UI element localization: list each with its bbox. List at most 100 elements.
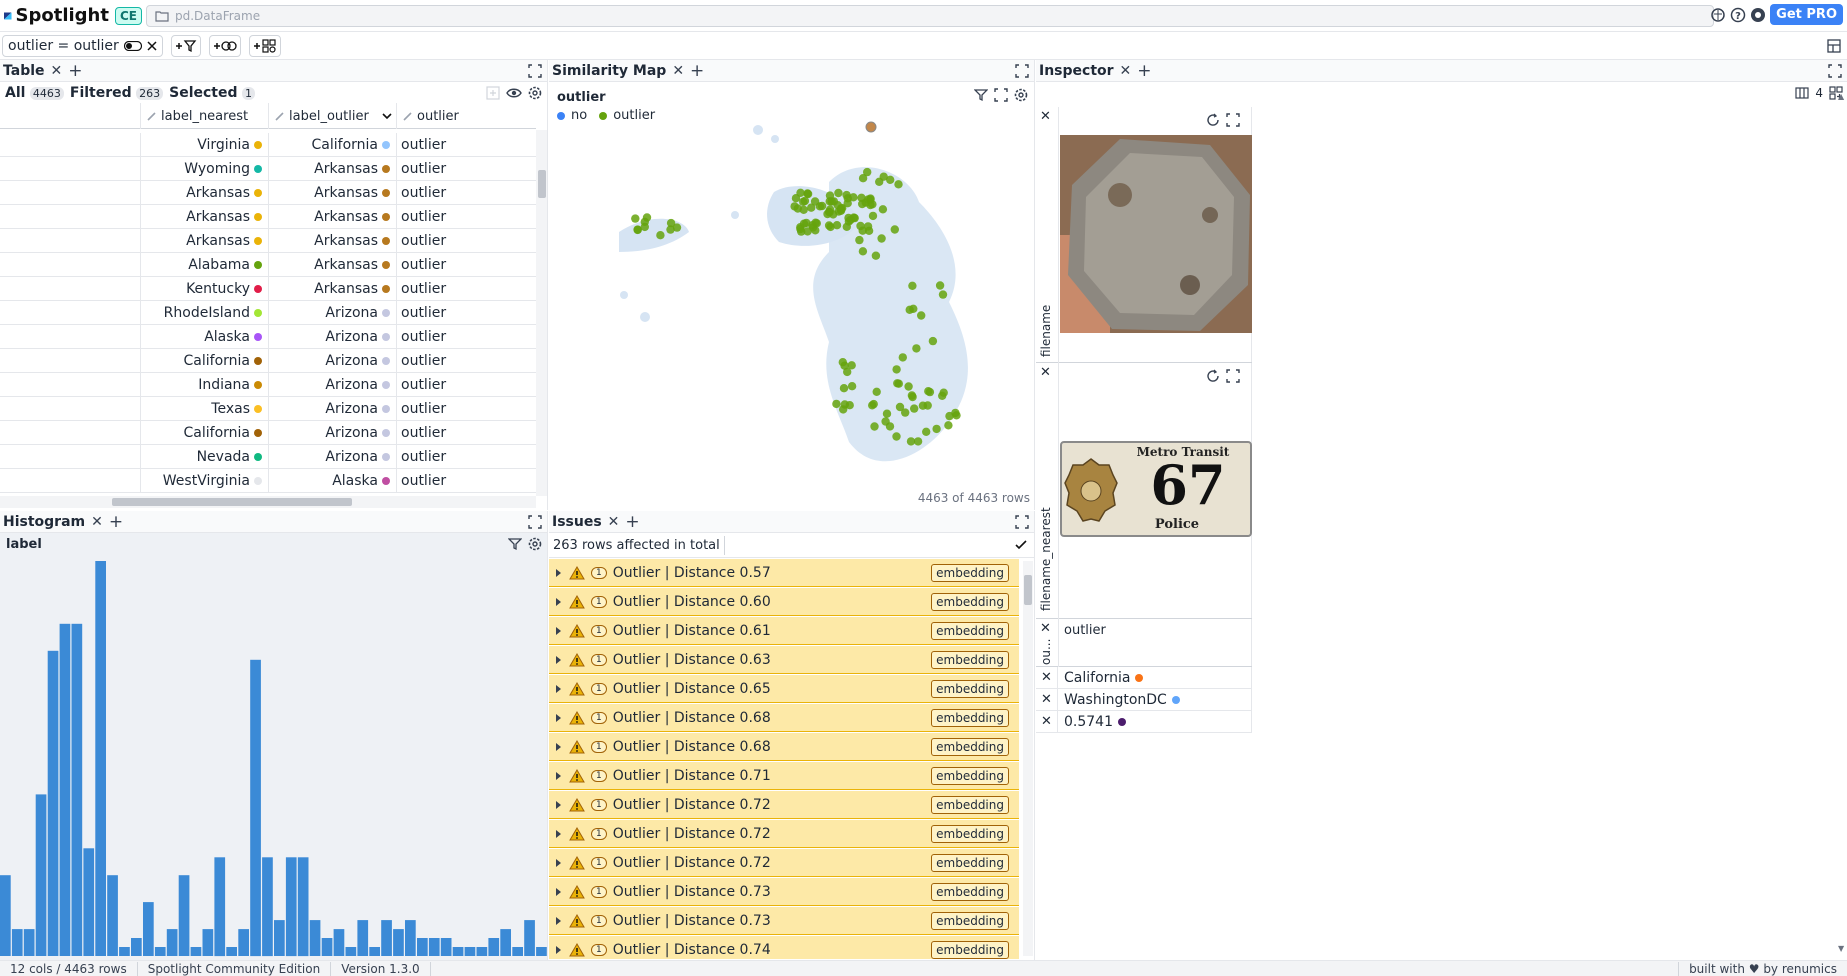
table-row[interactable]: RhodeIsland Arizona outlier	[0, 301, 536, 325]
outlier-point[interactable]	[904, 382, 913, 391]
issue-row[interactable]: 1 Outlier | Distance 0.57 embedding	[549, 559, 1019, 587]
outlier-point[interactable]	[656, 231, 665, 240]
histogram-bar[interactable]	[381, 920, 392, 956]
histogram-bar[interactable]	[95, 561, 106, 956]
remove-field-icon[interactable]: ✕	[1040, 109, 1051, 124]
outlier-point[interactable]	[864, 195, 873, 204]
close-icon[interactable]: ✕	[608, 514, 620, 530]
outlier-point[interactable]	[832, 399, 841, 409]
outlier-point[interactable]	[800, 196, 810, 206]
outlier-point[interactable]	[938, 391, 947, 400]
outlier-point[interactable]	[842, 222, 851, 231]
police-plate-image[interactable]: Metro Transit 67 Police	[1060, 441, 1252, 537]
refresh-icon[interactable]	[1206, 113, 1220, 127]
histogram-bar[interactable]	[345, 947, 357, 956]
histogram-bar[interactable]	[226, 947, 237, 956]
issue-row[interactable]: 1 Outlier | Distance 0.72 embedding	[549, 791, 1019, 819]
expand-chevron-right-icon[interactable]	[555, 742, 563, 752]
outlier-point[interactable]	[890, 225, 899, 234]
expand-chevron-right-icon[interactable]	[555, 626, 563, 636]
visibility-icon[interactable]	[506, 86, 522, 100]
outlier-point[interactable]	[815, 202, 825, 211]
outlier-point[interactable]	[917, 311, 926, 320]
table-row[interactable]: Arkansas Arkansas outlier	[0, 205, 536, 229]
close-icon[interactable]: ✕	[51, 63, 63, 79]
outlier-point[interactable]	[907, 391, 917, 400]
expand-chevron-right-icon[interactable]	[555, 568, 563, 578]
table-row[interactable]: Alaska Arizona outlier	[0, 325, 536, 349]
issue-row[interactable]: 1 Outlier | Distance 0.68 embedding	[549, 733, 1019, 761]
outlier-point[interactable]	[945, 411, 954, 421]
outlier-point[interactable]	[886, 175, 895, 184]
toggle-icon[interactable]	[123, 40, 142, 51]
histogram-bar[interactable]	[202, 929, 214, 956]
histogram-bar[interactable]	[405, 920, 416, 956]
outlier-point[interactable]	[839, 384, 849, 393]
add-tab-icon[interactable]: +	[68, 61, 82, 81]
outlier-point[interactable]	[847, 361, 856, 370]
filter-chip[interactable]: outlier = outlier	[2, 34, 163, 57]
issue-row[interactable]: 1 Outlier | Distance 0.71 embedding	[549, 762, 1019, 790]
outlier-point[interactable]	[935, 281, 945, 290]
expand-icon[interactable]	[1828, 64, 1842, 78]
github-icon[interactable]	[1750, 7, 1766, 23]
octagon-plate-image[interactable]	[1060, 135, 1252, 333]
issue-row[interactable]: 1 Outlier | Distance 0.73 embedding	[549, 907, 1019, 935]
histogram-column[interactable]: label	[6, 537, 42, 552]
outlier-point[interactable]	[825, 205, 835, 214]
outlier-point[interactable]	[858, 174, 868, 183]
remove-field-icon[interactable]: ✕	[1036, 710, 1058, 733]
outlier-point[interactable]	[631, 214, 640, 223]
outlier-point[interactable]	[834, 188, 843, 198]
add-similarity-filter-button[interactable]	[208, 34, 241, 57]
inspector-scrollbar[interactable]: ▲ ▼	[1835, 86, 1847, 954]
outlier-point[interactable]	[910, 404, 919, 413]
histogram-bar[interactable]	[238, 929, 249, 956]
histogram-bar[interactable]	[512, 947, 523, 956]
expand-icon[interactable]	[1015, 515, 1029, 529]
brain-icon[interactable]	[1710, 7, 1726, 23]
table-row[interactable]: Arkansas Arkansas outlier	[0, 181, 536, 205]
histogram-bar[interactable]	[524, 920, 535, 956]
outlier-point[interactable]	[918, 401, 928, 410]
outlier-point[interactable]	[882, 409, 892, 418]
outlier-point[interactable]	[807, 203, 816, 212]
fullscreen-icon[interactable]	[1226, 113, 1240, 127]
similarity-map-plot[interactable]	[549, 82, 1035, 502]
histogram-bar[interactable]	[500, 929, 511, 956]
outlier-point[interactable]	[832, 221, 842, 230]
inspector-card[interactable]: ✕ filename ✕ filename_nearest Metro Tran…	[1036, 107, 1252, 733]
table-row[interactable]: California Arizona outlier	[0, 349, 536, 373]
fullscreen-icon[interactable]	[1226, 369, 1240, 383]
table-row[interactable]: Indiana Arizona outlier	[0, 373, 536, 397]
histogram-bar[interactable]	[107, 875, 118, 956]
outlier-point[interactable]	[858, 247, 868, 256]
histogram-bar[interactable]	[357, 920, 369, 956]
add-tab-icon[interactable]: +	[690, 61, 704, 81]
add-tab-icon[interactable]: +	[1137, 61, 1151, 81]
table-row[interactable]: Alabama Arkansas outlier	[0, 253, 536, 277]
columns-icon[interactable]	[1795, 87, 1809, 99]
horizontal-scrollbar[interactable]	[0, 496, 536, 508]
expand-chevron-right-icon[interactable]	[555, 858, 563, 868]
outlier-point[interactable]	[922, 427, 931, 436]
outlier-point[interactable]	[912, 344, 921, 353]
outlier-point[interactable]	[898, 353, 907, 362]
outlier-point[interactable]	[925, 387, 935, 397]
table-row[interactable]: Virginia California outlier	[0, 133, 536, 157]
issue-row[interactable]: 1 Outlier | Distance 0.73 embedding	[549, 878, 1019, 906]
expand-chevron-right-icon[interactable]	[555, 916, 563, 926]
add-tab-icon[interactable]: +	[109, 512, 123, 532]
outlier-point[interactable]	[799, 219, 809, 228]
outlier-point[interactable]	[877, 234, 886, 243]
expand-icon[interactable]	[528, 515, 542, 529]
outlier-point[interactable]	[894, 180, 903, 189]
outlier-point[interactable]	[871, 251, 881, 260]
expand-chevron-right-icon[interactable]	[555, 829, 563, 839]
outlier-point[interactable]	[808, 221, 817, 230]
histogram-bar[interactable]	[440, 938, 452, 956]
outlier-point[interactable]	[847, 382, 857, 391]
get-pro-button[interactable]: Get PRO	[1770, 4, 1843, 25]
outlier-point[interactable]	[640, 222, 649, 232]
histogram-bar[interactable]	[297, 857, 309, 957]
